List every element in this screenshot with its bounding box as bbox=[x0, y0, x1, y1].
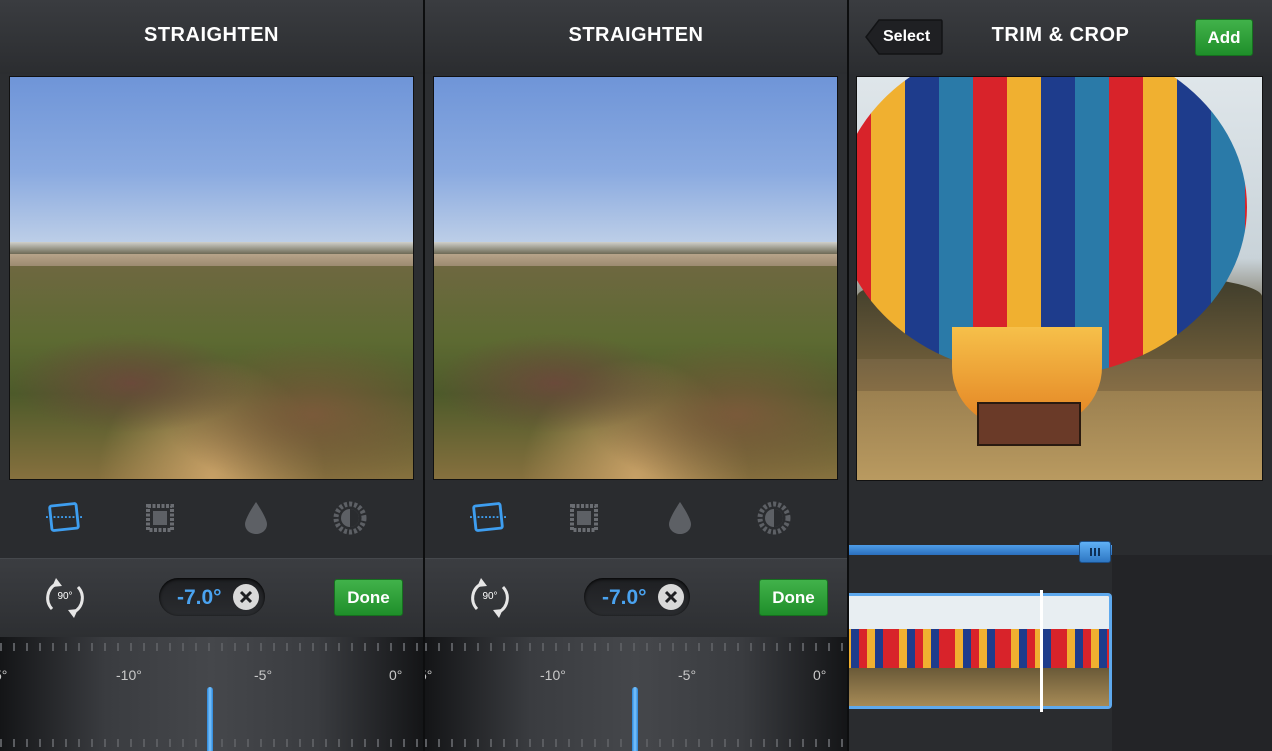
frame-ground bbox=[849, 667, 891, 706]
ruler-label: 5° bbox=[0, 667, 8, 683]
done-button[interactable]: Done bbox=[759, 579, 828, 616]
done-button[interactable]: Done bbox=[334, 579, 403, 616]
timeline-progress bbox=[849, 545, 1112, 555]
video-preview[interactable] bbox=[856, 76, 1263, 481]
ruler-label: -5° bbox=[254, 667, 273, 683]
balloon-basket bbox=[977, 402, 1081, 446]
color-tool-button[interactable] bbox=[662, 500, 698, 536]
ruler-label: -10° bbox=[540, 667, 566, 683]
horizon bbox=[434, 241, 837, 254]
angle-ruler[interactable]: 5° -10° -5° 0° bbox=[0, 637, 423, 751]
angle-value: -7.0° bbox=[177, 586, 222, 609]
filmstrip[interactable] bbox=[849, 593, 1112, 709]
brightness-icon bbox=[333, 501, 367, 535]
brightness-tool-button[interactable] bbox=[332, 500, 368, 536]
sky bbox=[434, 77, 837, 250]
photo-preview[interactable] bbox=[9, 76, 414, 480]
close-icon bbox=[664, 590, 678, 604]
color-tool-button[interactable] bbox=[238, 500, 274, 536]
playhead[interactable] bbox=[1040, 590, 1043, 712]
reset-angle-button[interactable] bbox=[658, 584, 684, 610]
crop-frame-icon bbox=[570, 504, 598, 532]
horizon bbox=[10, 241, 413, 254]
ruler-label: -5° bbox=[678, 667, 697, 683]
page-title: STRAIGHTEN bbox=[568, 24, 704, 46]
crop-frame-icon bbox=[146, 504, 174, 532]
ruler-needle[interactable] bbox=[207, 687, 213, 751]
film-frame bbox=[1003, 596, 1059, 706]
reset-angle-button[interactable] bbox=[233, 584, 259, 610]
frame-ground bbox=[947, 667, 1003, 706]
close-icon bbox=[239, 590, 253, 604]
ruler-label: 0° bbox=[813, 667, 827, 683]
brightness-tool-button[interactable] bbox=[756, 500, 792, 536]
angle-display: -7.0° bbox=[159, 578, 265, 616]
drop-icon bbox=[669, 502, 691, 534]
ruler-label: -10° bbox=[116, 667, 142, 683]
add-button[interactable]: Add bbox=[1195, 19, 1253, 56]
angle-value: -7.0° bbox=[602, 586, 647, 609]
film-frame bbox=[947, 596, 1003, 706]
header: STRAIGHTEN bbox=[425, 0, 847, 74]
frame-ground bbox=[1059, 667, 1109, 706]
ruler-needle[interactable] bbox=[632, 687, 638, 751]
rotate-label: 90° bbox=[57, 591, 73, 602]
film-frame bbox=[1059, 596, 1109, 706]
control-bar: 90° -7.0° Done bbox=[0, 558, 423, 637]
grass-field bbox=[434, 265, 837, 479]
page-title: STRAIGHTEN bbox=[144, 24, 279, 46]
trim-crop-panel: Select TRIM & CROP Add bbox=[849, 0, 1272, 751]
frame-tool-button[interactable] bbox=[566, 500, 602, 536]
grip-icon bbox=[1090, 548, 1100, 556]
timeline-empty-area bbox=[1112, 555, 1272, 751]
tool-bar bbox=[425, 480, 847, 558]
rotate-label: 90° bbox=[482, 591, 498, 602]
brightness-icon bbox=[757, 501, 791, 535]
header: Select TRIM & CROP Add bbox=[849, 0, 1272, 74]
frame-ground bbox=[891, 667, 947, 706]
frame-tool-button[interactable] bbox=[142, 500, 178, 536]
header: STRAIGHTEN bbox=[0, 0, 423, 74]
rotate-90-button[interactable]: 90° bbox=[42, 575, 88, 621]
film-frame bbox=[849, 596, 891, 706]
ruler-label: 5° bbox=[425, 667, 433, 683]
angle-display: -7.0° bbox=[584, 578, 690, 616]
frame-ground bbox=[1003, 667, 1059, 706]
straighten-tool-button[interactable] bbox=[46, 500, 82, 536]
photo-preview[interactable] bbox=[433, 76, 838, 480]
drop-icon bbox=[245, 502, 267, 534]
sky bbox=[10, 77, 413, 250]
straighten-panel-2: STRAIGHTEN 90° -7.0° Done ° -10° -5° 0° bbox=[425, 0, 847, 751]
angle-ruler[interactable]: 5° -10° -5° 0° bbox=[425, 637, 847, 751]
control-bar: 90° -7.0° Done bbox=[425, 558, 847, 637]
ruler-ticks-top bbox=[0, 643, 423, 651]
straighten-icon bbox=[46, 502, 82, 532]
straighten-tool-button[interactable] bbox=[470, 500, 506, 536]
straighten-panel-1: STRAIGHTEN 90° -7.0° Done ° -10° -5° 0° bbox=[0, 0, 423, 751]
ruler-label: 0° bbox=[389, 667, 403, 683]
rotate-90-button[interactable]: 90° bbox=[467, 575, 513, 621]
film-frame bbox=[891, 596, 947, 706]
ruler-ticks-top bbox=[425, 643, 847, 651]
straighten-icon bbox=[470, 502, 506, 532]
timeline-handle[interactable] bbox=[1079, 541, 1111, 563]
tool-bar bbox=[0, 480, 423, 558]
grass-field bbox=[10, 265, 413, 479]
